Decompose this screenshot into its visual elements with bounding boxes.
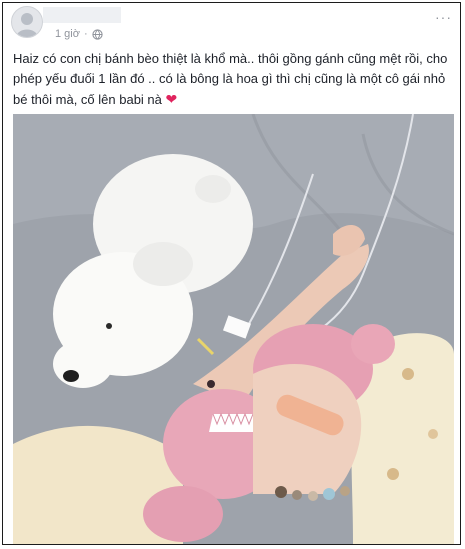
post-body: Haiz có con chị bánh bèo thiệt là khổ mà…: [13, 51, 448, 107]
heart-emoji: ❤: [165, 91, 178, 107]
post-timestamp[interactable]: 1 giờ: [55, 28, 80, 40]
post-card: 1 giờ · ··· Haiz có con chị bánh bèo thi…: [2, 2, 461, 545]
post-text: Haiz có con chị bánh bèo thiệt là khổ mà…: [13, 49, 457, 110]
globe-icon[interactable]: [91, 28, 103, 40]
author-avatar[interactable]: [11, 6, 43, 38]
author-name-redacted: [43, 7, 121, 23]
post-meta: 1 giờ ·: [55, 28, 103, 40]
post-photo[interactable]: [13, 114, 454, 544]
meta-separator: ·: [83, 28, 88, 40]
more-options-icon[interactable]: ···: [435, 9, 452, 25]
